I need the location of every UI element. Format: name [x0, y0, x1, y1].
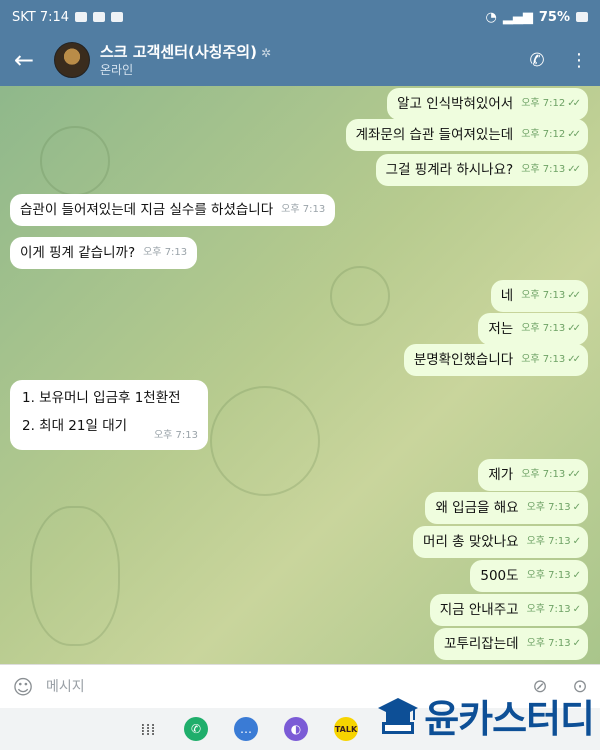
- message-text: 지금 안내주고: [439, 602, 519, 618]
- chat-header: ← 스크 고객센터(사칭주의) ✲ 온라인 ✆ ⋮: [0, 34, 600, 86]
- read-check-icon: ✓: [572, 502, 582, 513]
- battery-icon: [576, 12, 588, 22]
- message-text: 분명확인했습니다: [413, 352, 514, 368]
- read-check-icon: ✓✓: [567, 164, 581, 175]
- message-time: 오후 7:12 ✓✓: [521, 98, 581, 109]
- message-text: 제가: [488, 467, 514, 483]
- verified-mark-icon: ✲: [260, 45, 271, 60]
- status-bar: SKT 7:14 ◔ ▂▄▆ 75%: [0, 0, 600, 34]
- message-text: 습관이 들어져있는데 지금 실수를 하셨습니다: [20, 202, 274, 218]
- message-bubble[interactable]: 저는 오후 7:13 ✓✓: [478, 313, 588, 345]
- notification-icon: [111, 12, 124, 22]
- message-time: 오후 7:13 ✓: [526, 638, 582, 649]
- phone-call-icon[interactable]: ✆: [516, 50, 558, 71]
- read-check-icon: ✓✓: [567, 98, 581, 109]
- message-text: 이게 핑계 같습니까?: [20, 245, 136, 261]
- message-text: 500도: [480, 568, 519, 584]
- kakaotalk-app-icon[interactable]: TALK: [334, 717, 358, 741]
- read-check-icon: ✓✓: [567, 323, 581, 334]
- message-bubble[interactable]: 꼬투리잡는데 오후 7:13 ✓: [434, 628, 588, 660]
- message-time: 오후 7:13 ✓✓: [521, 323, 581, 334]
- graduation-cap-icon: [378, 697, 419, 734]
- message-text: 왜 입금을 해요: [435, 500, 519, 516]
- background-doodle: [30, 506, 120, 646]
- avatar[interactable]: [54, 42, 90, 78]
- message-bubble[interactable]: 1. 보유머니 입금후 1천환전 2. 최대 21일 대기 오후 7:13: [10, 380, 208, 450]
- internet-app-icon[interactable]: ◐: [284, 717, 308, 741]
- message-time: 오후 7:13 ✓✓: [521, 164, 581, 175]
- back-arrow-icon[interactable]: ←: [0, 46, 48, 74]
- phone-app-icon[interactable]: ✆: [184, 717, 208, 741]
- message-bubble[interactable]: 제가 오후 7:13 ✓✓: [478, 459, 588, 491]
- carrier-time: SKT 7:14: [12, 9, 70, 25]
- message-bubble[interactable]: 계좌문의 습관 들여져있는데 오후 7:12 ✓✓: [345, 119, 588, 151]
- message-bubble[interactable]: 머리 총 맞았나요 오후 7:13 ✓: [413, 526, 588, 558]
- read-check-icon: ✓: [572, 570, 582, 581]
- chat-title-text: 스크 고객센터(사칭주의): [100, 42, 257, 61]
- message-time: 오후 7:13 ✓: [526, 536, 582, 547]
- message-time: 오후 7:13: [281, 204, 326, 215]
- message-text: 꼬투리잡는데: [444, 636, 519, 652]
- message-text: 머리 총 맞았나요: [423, 534, 519, 550]
- message-time: 오후 7:13 ✓: [526, 604, 582, 615]
- message-bubble[interactable]: 왜 입금을 해요 오후 7:13 ✓: [425, 492, 588, 524]
- message-text: 네: [500, 288, 514, 304]
- message-bubble[interactable]: 습관이 들어져있는데 지금 실수를 하셨습니다 오후 7:13: [10, 194, 336, 226]
- message-time: 오후 7:13 ✓✓: [521, 354, 581, 365]
- watermark-text: 윤카스터디: [424, 697, 595, 741]
- read-check-icon: ✓✓: [567, 354, 581, 365]
- read-check-icon: ✓✓: [567, 290, 581, 301]
- notification-icon: [93, 12, 106, 22]
- more-menu-icon[interactable]: ⋮: [558, 50, 600, 71]
- message-text: 저는: [488, 321, 514, 337]
- chat-title: 스크 고객센터(사칭주의) ✲: [100, 43, 271, 62]
- message-bubble[interactable]: 그걸 핑계라 하시나요? 오후 7:13 ✓✓: [375, 154, 588, 186]
- background-doodle: [210, 386, 320, 496]
- signal-icon: ▂▄▆: [502, 9, 533, 25]
- read-check-icon: ✓✓: [567, 469, 581, 480]
- read-check-icon: ✓: [572, 536, 582, 547]
- message-text: 계좌문의 습관 들여져있는데: [355, 127, 514, 143]
- message-time: 오후 7:13: [153, 430, 198, 441]
- online-status: 온라인: [100, 62, 134, 77]
- message-time: 오후 7:13 ✓: [526, 502, 582, 513]
- read-check-icon: ✓: [572, 638, 582, 649]
- read-check-icon: ✓: [572, 604, 582, 615]
- message-bubble[interactable]: 이게 핑계 같습니까? 오후 7:13: [10, 237, 198, 269]
- message-line: 1. 보유머니 입금후 1천환전: [22, 390, 181, 406]
- notification-icon: [75, 12, 88, 22]
- chat-area[interactable]: 알고 인식박혀있어서 오후 7:12 ✓✓ 계좌문의 습관 들여져있는데 오후 7:1…: [0, 86, 600, 664]
- messages-app-icon[interactable]: …: [234, 717, 258, 741]
- message-time: 오후 7:13: [143, 247, 188, 258]
- background-doodle: [330, 266, 390, 326]
- background-doodle: [40, 126, 110, 196]
- message-time: 오후 7:13 ✓✓: [521, 469, 581, 480]
- chat-title-box[interactable]: 스크 고객센터(사칭주의) ✲ 온라인: [100, 43, 271, 78]
- read-check-icon: ✓✓: [567, 129, 581, 140]
- message-time: 오후 7:13 ✓✓: [521, 290, 581, 301]
- message-bubble[interactable]: 알고 인식박혀있어서 오후 7:12 ✓✓: [387, 88, 588, 120]
- message-text: 그걸 핑계라 하시나요?: [385, 162, 514, 178]
- message-text: 알고 인식박혀있어서: [397, 96, 514, 112]
- battery-level: 75%: [538, 9, 570, 25]
- watermark: 윤카스터디: [376, 688, 595, 743]
- message-bubble[interactable]: 네 오후 7:13 ✓✓: [490, 280, 588, 312]
- wifi-icon: ◔: [485, 9, 497, 25]
- message-time: 오후 7:12 ✓✓: [521, 129, 581, 140]
- message-bubble[interactable]: 지금 안내주고 오후 7:13 ✓: [429, 594, 588, 626]
- message-time: 오후 7:13 ✓: [526, 570, 582, 581]
- app-drawer-icon[interactable]: ⁞⁞⁞: [138, 717, 158, 741]
- emoji-icon[interactable]: ☺: [0, 675, 46, 699]
- message-bubble[interactable]: 분명확인했습니다 오후 7:13 ✓✓: [403, 344, 588, 376]
- message-bubble[interactable]: 500도 오후 7:13 ✓: [470, 560, 588, 592]
